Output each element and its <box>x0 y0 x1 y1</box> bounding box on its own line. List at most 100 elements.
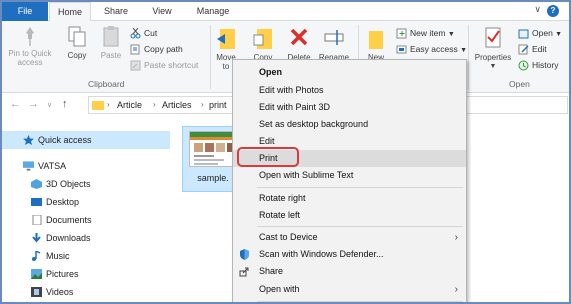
menu-item-open-with[interactable]: Open with › <box>233 281 466 298</box>
menu-item-rotate-left[interactable]: Rotate left <box>233 207 466 224</box>
nav-label: 3D Objects <box>46 179 91 189</box>
tab-file[interactable]: File <box>2 2 48 21</box>
nav-item-documents[interactable]: Documents <box>2 211 170 229</box>
submenu-arrow-icon: › <box>454 284 458 295</box>
submenu-arrow-icon: › <box>454 232 458 243</box>
download-arrow-icon <box>32 233 41 243</box>
easy-access-label: Easy access <box>410 44 458 54</box>
copy-button[interactable]: Copy <box>62 25 92 60</box>
documents-icon <box>32 215 42 225</box>
menu-item-set-as-desktop-background[interactable]: Set as desktop background <box>233 116 466 133</box>
help-icon[interactable]: ? <box>547 5 559 17</box>
menu-item-cast-to-device[interactable]: Cast to Device › <box>233 229 466 246</box>
image-thumbnail <box>189 131 237 167</box>
forward-arrow-icon[interactable]: → <box>28 98 39 110</box>
dropdown-arrow-icon: ▼ <box>460 47 468 54</box>
menu-separator <box>257 301 463 302</box>
thumbnail-preview-image <box>190 132 236 165</box>
menu-item-share[interactable]: Share <box>233 263 466 280</box>
navigation-pane: Quick access VATSA 3D Objects Desktop Do… <box>2 120 172 302</box>
tab-home[interactable]: Home <box>49 2 91 22</box>
new-item-button[interactable]: New item ▼ <box>396 26 455 40</box>
copy-label: Copy <box>67 51 87 60</box>
copy-path-button[interactable]: Copy path <box>130 42 183 56</box>
properties-label: Properties <box>474 53 512 62</box>
breadcrumb-articles[interactable]: Articles <box>162 97 192 113</box>
move-to-icon <box>217 29 235 49</box>
open-button[interactable]: Open ▼ <box>518 26 562 40</box>
paste-shortcut-label: Paste shortcut <box>144 60 199 70</box>
paste-button[interactable]: Paste <box>96 25 126 60</box>
chevron-down-icon[interactable]: ∨ <box>534 4 541 15</box>
menu-item-label: Share <box>259 266 284 276</box>
rename-icon <box>324 30 344 45</box>
menu-item-rotate-right[interactable]: Rotate right <box>233 190 466 207</box>
nav-item-music[interactable]: Music <box>2 247 170 265</box>
rename-button[interactable]: Rename <box>316 25 352 62</box>
back-arrow-icon[interactable]: ← <box>10 98 21 110</box>
share-icon <box>239 267 249 277</box>
nav-label: VATSA <box>38 161 67 171</box>
ribbon-tabs: File Home Share View Manage ∨ ? <box>2 2 569 22</box>
edit-label: Edit <box>532 44 547 54</box>
ribbon-divider <box>210 25 211 89</box>
desktop-icon <box>31 198 42 206</box>
nav-item-videos[interactable]: Videos <box>2 283 170 301</box>
nav-item-quick-access[interactable]: Quick access <box>2 131 170 149</box>
print-highlight-ring <box>237 147 299 167</box>
nav-label: Music <box>46 251 70 261</box>
breadcrumb-print[interactable]: print <box>209 97 227 113</box>
clipboard-group-label: Clipboard <box>88 79 125 89</box>
nav-item-desktop[interactable]: Desktop <box>2 193 170 211</box>
nav-item-pictures[interactable]: Pictures <box>2 265 170 283</box>
video-film-icon <box>31 287 42 297</box>
nav-item-downloads[interactable]: Downloads <box>2 229 170 247</box>
new-folder-icon <box>369 31 383 49</box>
menu-item-edit-with-paint-3d[interactable]: Edit with Paint 3D <box>233 99 466 116</box>
properties-icon <box>485 27 501 48</box>
menu-item-open-with-sublime-text[interactable]: Open with Sublime Text <box>233 167 466 184</box>
tab-share[interactable]: Share <box>95 2 137 21</box>
dropdown-arrow-icon: ▼ <box>555 31 563 38</box>
easy-access-button[interactable]: Easy access ▼ <box>396 42 467 56</box>
delete-button[interactable]: Delete <box>284 25 314 62</box>
tab-view[interactable]: View <box>142 2 182 21</box>
nav-item-this-pc[interactable]: VATSA <box>2 157 170 175</box>
new-item-icon <box>396 28 407 39</box>
copy-to-icon <box>253 29 272 49</box>
cut-button[interactable]: Cut <box>130 26 157 40</box>
breadcrumb-article[interactable]: Article <box>117 97 142 113</box>
menu-item-label: Open with <box>259 284 300 294</box>
folder-icon <box>92 101 104 110</box>
pin-to-quick-access-button[interactable]: Pin to Quick access <box>6 25 54 67</box>
recent-locations-chevron-icon[interactable]: ∨ <box>47 101 52 109</box>
nav-label: Documents <box>46 215 92 225</box>
nav-item-3d-objects[interactable]: 3D Objects <box>2 175 170 193</box>
nav-label: Downloads <box>46 233 91 243</box>
explorer-window: File Home Share View Manage ∨ ? Pin to Q… <box>0 0 571 304</box>
edit-icon <box>518 44 529 55</box>
nav-label: Pictures <box>46 269 79 279</box>
tab-manage[interactable]: Manage <box>187 2 239 21</box>
breadcrumb-separator-icon: › <box>107 100 110 109</box>
menu-item-open[interactable]: Open <box>233 64 466 81</box>
dropdown-arrow-icon: ▼ <box>447 31 455 38</box>
computer-icon <box>23 161 34 171</box>
edit-button[interactable]: Edit <box>518 42 547 56</box>
star-icon <box>23 135 34 145</box>
properties-button[interactable]: Properties ▼ <box>472 25 514 71</box>
history-label: History <box>532 60 559 70</box>
delete-x-icon <box>290 28 308 46</box>
history-icon <box>518 60 529 71</box>
paste-label: Paste <box>100 51 122 60</box>
breadcrumb-separator-icon: › <box>201 100 204 109</box>
menu-item-edit-with-photos[interactable]: Edit with Photos <box>233 82 466 99</box>
open-label: Open <box>532 28 553 38</box>
easy-access-icon <box>396 44 407 55</box>
history-button[interactable]: History <box>518 58 558 72</box>
up-arrow-icon[interactable]: ↑ <box>62 98 68 110</box>
paste-shortcut-button[interactable]: Paste shortcut <box>130 58 198 72</box>
paste-icon <box>103 26 119 47</box>
menu-item-scan-with-windows-defender[interactable]: Scan with Windows Defender... <box>233 246 466 263</box>
pictures-icon <box>31 269 42 279</box>
